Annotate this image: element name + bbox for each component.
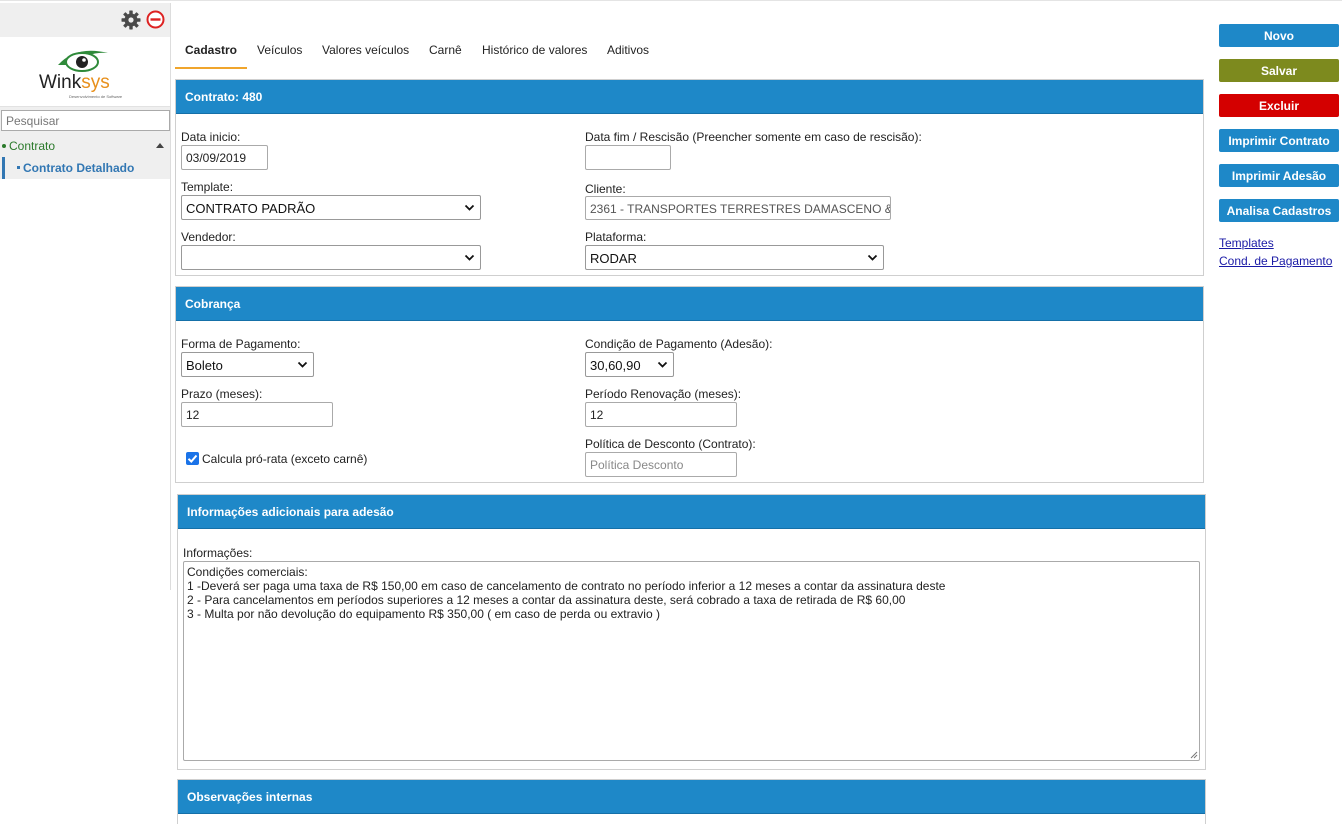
cond-pagamento-link[interactable]: Cond. de Pagamento (1219, 254, 1332, 268)
observacoes-header: Observações internas (178, 780, 1205, 814)
adesao-header: Informações adicionais para adesão (178, 495, 1205, 529)
politica-desconto-field[interactable]: Política Desconto (585, 452, 737, 477)
tab-veiculos[interactable]: Veículos (257, 36, 302, 69)
prorata-checkbox[interactable] (186, 452, 199, 465)
tree-item-label: Contrato (9, 139, 56, 153)
templates-link[interactable]: Templates (1219, 236, 1274, 250)
chevron-down-icon (464, 254, 475, 261)
prazo-field[interactable]: 12 (181, 402, 333, 427)
tab-cadastro[interactable]: Cadastro (175, 36, 247, 69)
vendedor-label: Vendedor: (181, 230, 236, 244)
bullet-icon (17, 166, 20, 170)
info-line: 2 - Para cancelamentos em períodos super… (187, 593, 906, 607)
observacoes-panel: Observações internas (177, 779, 1206, 824)
data-fim-label: Data fim / Rescisão (Preencher somente e… (585, 130, 922, 144)
template-value: CONTRATO PADRÃO (186, 201, 316, 216)
chevron-down-icon (464, 204, 475, 211)
tab-aditivos[interactable]: Aditivos (607, 36, 649, 69)
tree-item-contrato[interactable]: Contrato (0, 135, 170, 157)
chevron-down-icon (867, 254, 878, 261)
logo: Winksys Desenvolvimento de Software (0, 37, 170, 107)
prazo-label: Prazo (meses): (181, 387, 263, 401)
data-inicio-field[interactable]: 03/09/2019 (181, 145, 268, 170)
plataforma-value: RODAR (590, 251, 637, 266)
data-inicio-label: Data inicio: (181, 130, 241, 144)
minus-circle-icon[interactable] (146, 10, 165, 29)
plataforma-select[interactable]: RODAR (585, 245, 884, 270)
winksys-logo: Winksys Desenvolvimento de Software (39, 50, 123, 99)
gear-icon[interactable] (121, 10, 141, 30)
tab-valores-veiculos[interactable]: Valores veículos (322, 36, 409, 69)
tab-historico-valores[interactable]: Histórico de valores (482, 36, 587, 69)
salvar-button[interactable]: Salvar (1219, 59, 1339, 82)
politica-desconto-label: Política de Desconto (Contrato): (585, 437, 756, 451)
novo-button[interactable]: Novo (1219, 24, 1339, 47)
logo-text: Winksys (39, 72, 110, 93)
analisa-cadastros-button[interactable]: Analisa Cadastros (1219, 199, 1339, 222)
informacoes-label: Informações: (183, 546, 253, 560)
periodo-renovacao-label: Período Renovação (meses): (585, 387, 742, 401)
forma-pagamento-select[interactable]: Boleto (181, 352, 314, 377)
cliente-field[interactable]: 2361 - TRANSPORTES TERRESTRES DAMASCENO … (585, 196, 891, 220)
periodo-renovacao-field[interactable]: 12 (585, 402, 737, 427)
template-label: Template: (181, 180, 234, 194)
excluir-button[interactable]: Excluir (1219, 94, 1339, 117)
condicao-pagamento-label: Condição de Pagamento (Adesão): (585, 337, 773, 351)
prorata-label: Calcula pró-rata (exceto carnê) (202, 452, 368, 466)
plataforma-label: Plataforma: (585, 230, 647, 244)
chevron-down-icon (657, 361, 668, 368)
nav-tree: Contrato Contrato Detalhado (0, 135, 170, 179)
tree-item-label: Contrato Detalhado (23, 161, 135, 175)
template-select[interactable]: CONTRATO PADRÃO (181, 195, 481, 220)
checkmark-icon (187, 454, 198, 463)
cobranca-header: Cobrança (176, 287, 1203, 321)
info-line: 1 -Deverá ser paga uma taxa de R$ 150,00… (187, 579, 946, 593)
info-line: Condições comerciais: (187, 565, 308, 579)
search-input[interactable] (1, 110, 170, 131)
chevron-down-icon (297, 361, 308, 368)
condicao-pagamento-select[interactable]: 30,60,90 (585, 352, 674, 377)
forma-pagamento-label: Forma de Pagamento: (181, 337, 301, 351)
imprimir-adesao-button[interactable]: Imprimir Adesão (1219, 164, 1339, 187)
tab-carne[interactable]: Carnê (429, 36, 462, 69)
forma-pagamento-value: Boleto (186, 358, 223, 373)
imprimir-contrato-button[interactable]: Imprimir Contrato (1219, 129, 1339, 152)
sidebar-toolbar (0, 3, 170, 37)
cobranca-panel: Cobrança Forma de Pagamento: Boleto Cond… (175, 286, 1204, 483)
info-line: 3 - Multa por não devolução do equipamen… (187, 607, 660, 621)
vendedor-select[interactable] (181, 245, 481, 270)
bullet-icon (2, 143, 6, 148)
informacoes-textarea[interactable]: Condições comerciais: 1 -Deverá ser paga… (183, 561, 1200, 761)
data-fim-field[interactable] (585, 145, 671, 170)
collapse-caret-icon[interactable] (156, 143, 164, 148)
top-border (0, 0, 1342, 3)
search-area (0, 107, 170, 135)
cliente-label: Cliente: (585, 182, 626, 196)
contrato-panel: Contrato: 480 Data inicio: 03/09/2019 Da… (175, 79, 1204, 276)
condicao-pagamento-value: 30,60,90 (590, 358, 641, 373)
contrato-header: Contrato: 480 (176, 80, 1203, 114)
sidebar: Winksys Desenvolvimento de Software Cont… (0, 3, 171, 590)
tree-item-contrato-detalhado[interactable]: Contrato Detalhado (2, 157, 170, 179)
adesao-panel: Informações adicionais para adesão Infor… (177, 494, 1206, 770)
resize-handle-icon[interactable] (1190, 751, 1198, 759)
logo-tagline: Desenvolvimento de Software (69, 94, 123, 99)
